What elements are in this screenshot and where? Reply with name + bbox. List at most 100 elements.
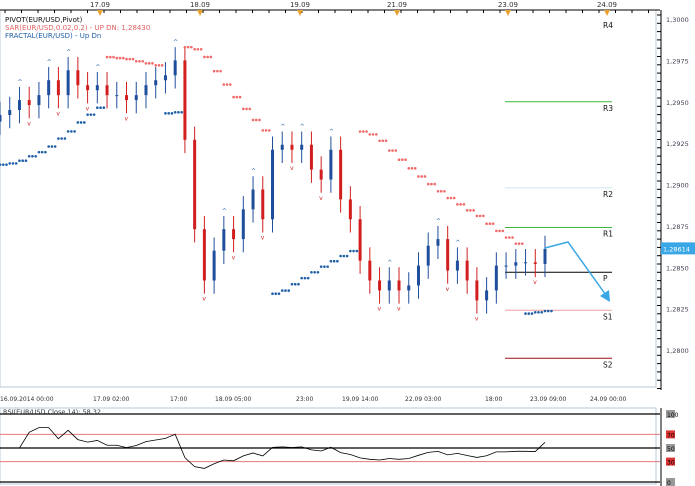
sar-dot (102, 106, 106, 110)
sar-dot (313, 270, 316, 274)
sar-dot (410, 167, 414, 170)
candle-body (475, 280, 479, 301)
sar-dot (235, 95, 239, 99)
candle-body (358, 219, 362, 261)
sar-dot (430, 182, 433, 186)
sar-dot (193, 47, 196, 51)
sar-dot (378, 139, 381, 143)
time-label: 17:00 (170, 396, 187, 403)
time-label: 16.09.2014 00:00 (0, 396, 54, 403)
sar-dot (303, 276, 307, 280)
sar-dot (501, 229, 505, 233)
sar-dot (264, 129, 268, 132)
sar-dot (206, 55, 209, 59)
sar-dot (274, 292, 278, 296)
sar-dot (297, 282, 300, 286)
sar-dot (258, 118, 261, 122)
sar-dot (186, 45, 190, 49)
price-tick-label: 1,2825 (666, 306, 689, 314)
sar-dot (332, 259, 336, 263)
sar-dot (452, 196, 456, 200)
pivot-label-r4: R4 (603, 21, 613, 30)
sar-dot (222, 83, 226, 86)
sar-dot (417, 175, 420, 178)
price-tick-label: 1,3000 (666, 16, 689, 24)
rsi-level-label: 50 (667, 446, 675, 453)
sar-dot (118, 56, 122, 60)
sar-dot (199, 47, 203, 51)
sar-dot (433, 182, 437, 186)
sar-dot (14, 162, 18, 165)
sar-dot (368, 133, 372, 136)
sar-dot (47, 145, 50, 148)
rsi-level-label: 100 (667, 412, 679, 419)
fractal-up-icon: ^ (329, 129, 334, 136)
fractal-up-icon: ^ (173, 39, 178, 46)
rsi-pane (0, 407, 657, 485)
sar-dot (131, 57, 135, 61)
sar-dot (436, 189, 440, 193)
sar-dot (300, 276, 303, 280)
sar-dot (511, 236, 514, 239)
sar-dot (5, 163, 8, 166)
sar-dot (141, 59, 145, 63)
candle-body (76, 70, 80, 86)
sar-dot (329, 259, 333, 263)
candle-body (271, 149, 274, 220)
sar-dot (232, 95, 235, 99)
sar-dot (342, 254, 346, 258)
sar-dot (138, 59, 141, 63)
sar-dot (177, 111, 180, 114)
candle-body (465, 260, 469, 281)
candle-body (543, 249, 547, 264)
sar-dot (60, 137, 63, 140)
sar-dot (53, 145, 57, 148)
price-tick-label: 1,2975 (666, 57, 689, 65)
sar-dot (267, 129, 271, 132)
time-label: 22.09 03:00 (405, 396, 442, 403)
candle-body (339, 149, 343, 200)
sar-dot (203, 55, 206, 59)
time-label: 23.09 09:00 (530, 396, 567, 403)
sar-dot (456, 203, 459, 206)
candle-body (485, 290, 489, 301)
sar-dot (83, 121, 86, 124)
fractal-up-icon: ^ (47, 59, 52, 66)
sar-dot (546, 309, 550, 313)
sar-dot (478, 214, 482, 218)
sar-dot (504, 236, 508, 239)
sar-dot (96, 106, 99, 110)
candle-body (368, 260, 372, 281)
candle-body (455, 260, 459, 271)
sar-dot (79, 121, 83, 124)
sar-dot (134, 59, 138, 63)
candle-body (154, 80, 158, 86)
candle-body (95, 85, 99, 91)
sar-dot (245, 107, 248, 111)
current-price-label: 1,28614 (663, 245, 690, 253)
sar-dot (151, 62, 154, 65)
sar-dot (524, 312, 527, 315)
candle-body (387, 280, 391, 291)
sar-dot (375, 133, 378, 136)
date-label: 18.09 (190, 1, 210, 9)
sar-dot (86, 113, 89, 116)
rsi-level-label: 0 (667, 480, 671, 486)
sar-dot (498, 229, 501, 233)
candle-body (348, 199, 352, 220)
sar-dot (491, 222, 495, 226)
sar-dot (358, 130, 362, 133)
sar-dot (157, 64, 161, 67)
sar-dot (319, 265, 323, 268)
sar-dot (407, 167, 411, 170)
price-tick-label: 1,2800 (666, 347, 689, 355)
sar-dot (27, 154, 31, 158)
legend-pivot: PIVOT(EUR/USD,Pivot) (5, 16, 83, 24)
candle-body (436, 239, 440, 246)
legend-rsi: RSI(EUR/USD,Close,14): 58,32 (3, 408, 101, 416)
trading-chart[interactable]: 17.09 18.09 19.09 21.09 23.09 24.09 1,3000 1,29… (0, 0, 695, 486)
sar-dot (355, 249, 359, 253)
sar-dot (413, 167, 417, 170)
sar-dot (345, 254, 349, 258)
candle-body (416, 265, 420, 286)
